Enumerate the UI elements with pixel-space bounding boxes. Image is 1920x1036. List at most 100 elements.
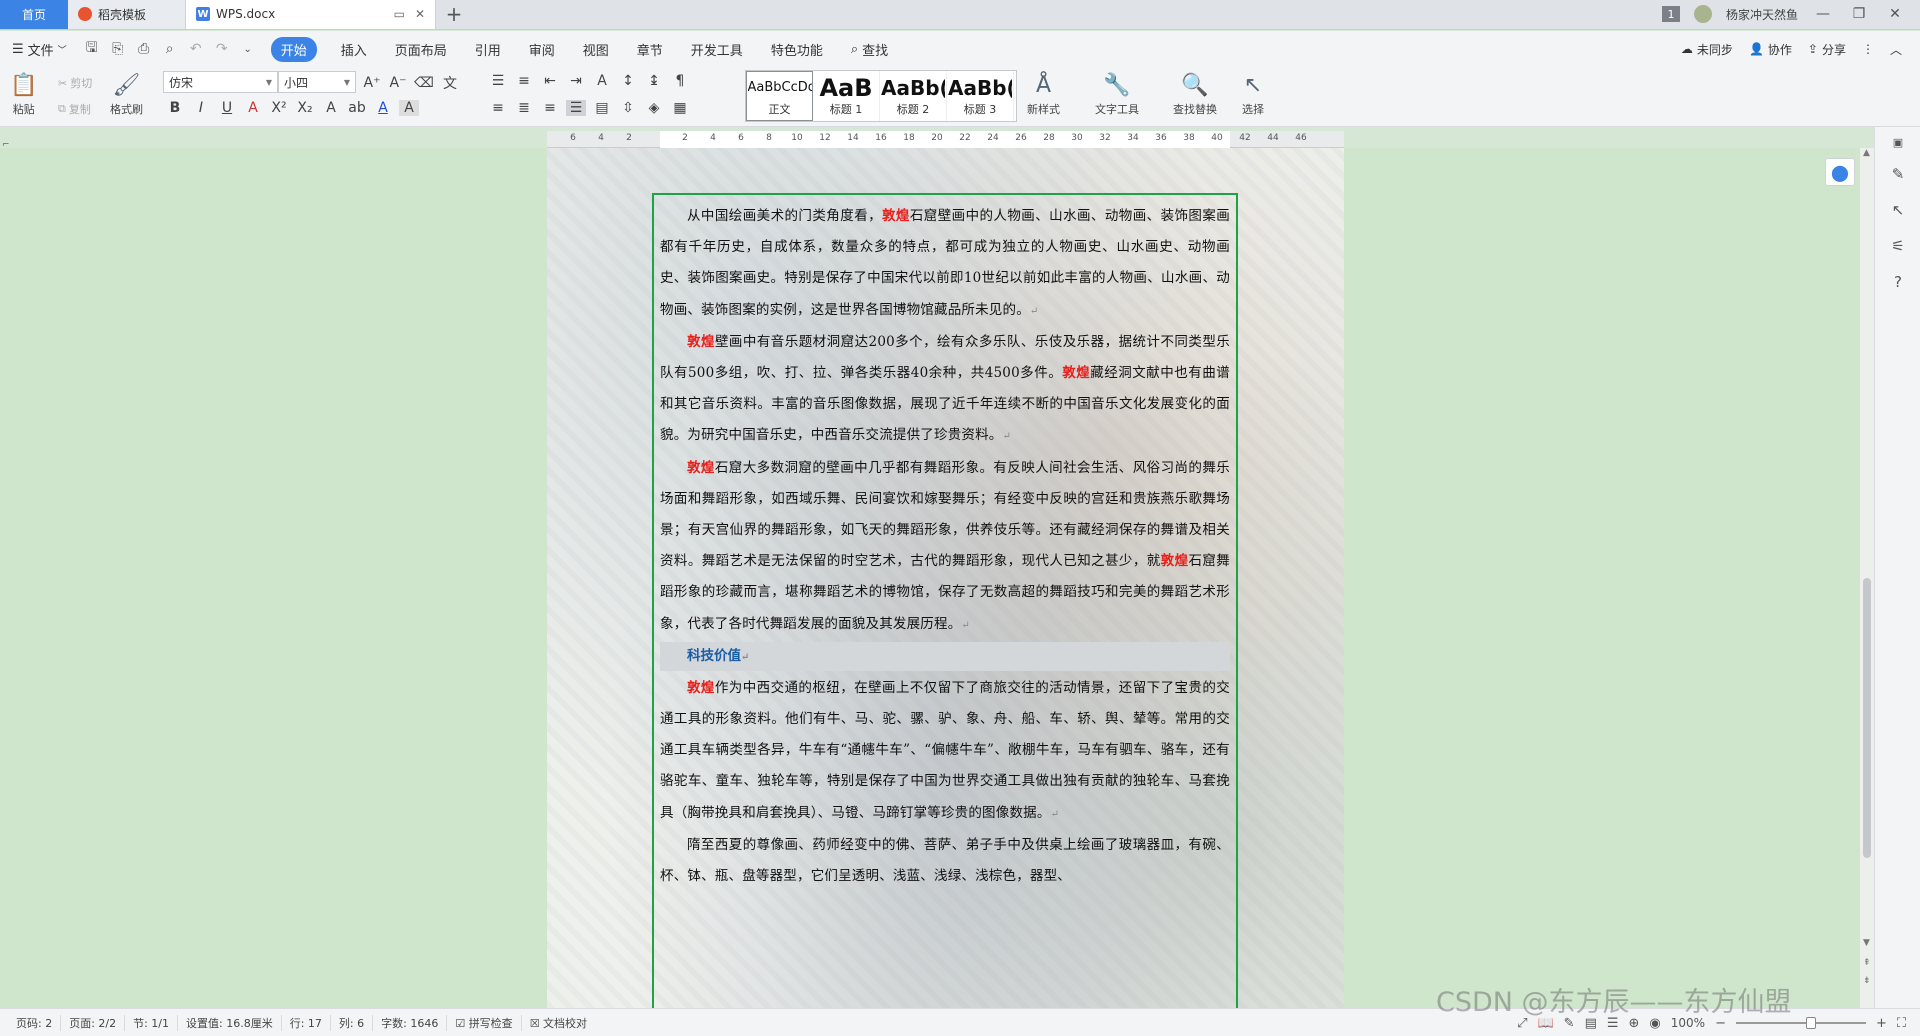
- paragraph-music[interactable]: 敦煌壁画中有音乐题材洞窟达200多个，绘有众多乐队、乐伎及乐器，据统计不同类型乐…: [660, 327, 1230, 453]
- status-col[interactable]: 列: 6: [331, 1014, 374, 1031]
- subscript-icon[interactable]: X₂: [295, 100, 315, 116]
- align-right-icon[interactable]: ≡: [540, 100, 560, 116]
- phonetic-guide-icon[interactable]: 文: [440, 73, 460, 93]
- pen-icon[interactable]: ✎: [1887, 163, 1909, 185]
- new-style-button[interactable]: Å 新样式: [1027, 71, 1060, 117]
- settings-sliders-icon[interactable]: ⚟: [1887, 235, 1909, 257]
- spacing-icon[interactable]: ⇳: [618, 100, 638, 116]
- pointer-icon[interactable]: ↖: [1887, 199, 1909, 221]
- status-row[interactable]: 行: 17: [282, 1014, 331, 1031]
- style-heading-2[interactable]: AaBb( 标题 2: [880, 71, 947, 121]
- file-menu[interactable]: ☰ 文件 ﹀: [12, 40, 77, 59]
- paragraph-painting[interactable]: 从中国绘画美术的门类角度看，敦煌石窟壁画中的人物画、山水画、动物画、装饰图案画都…: [660, 201, 1230, 327]
- find-replace-button[interactable]: 🔍 查找替换: [1173, 71, 1217, 117]
- collapse-ribbon-icon[interactable]: ︿: [1890, 41, 1902, 58]
- bold-icon[interactable]: B: [165, 100, 185, 116]
- tab-chapter[interactable]: 章节: [625, 36, 675, 63]
- print-preview-icon[interactable]: ⌕: [159, 41, 181, 57]
- tab-document[interactable]: W WPS.docx ▭ ✕: [186, 0, 436, 29]
- save-icon[interactable]: 🖫: [81, 37, 103, 61]
- cut-button[interactable]: ✂ 剪切: [58, 75, 92, 91]
- font-color-icon[interactable]: A: [373, 100, 393, 116]
- fit-page-icon[interactable]: ⛶: [1897, 1016, 1906, 1031]
- highlight-icon[interactable]: ab: [347, 100, 367, 116]
- style-normal[interactable]: AaBbCcDd 正文: [746, 71, 813, 121]
- tab-review[interactable]: 审阅: [517, 36, 567, 63]
- distributed-icon[interactable]: ▤: [592, 100, 612, 116]
- float-window-icon[interactable]: ▭: [394, 7, 405, 21]
- close-tab-icon[interactable]: ✕: [415, 7, 425, 21]
- align-center-icon[interactable]: ≣: [514, 100, 534, 116]
- vertical-scrollbar[interactable]: ▲ ▼ ⇞ ⇟: [1860, 148, 1874, 1008]
- bullets-icon[interactable]: ☰: [488, 73, 508, 89]
- paste-button[interactable]: 📋 粘贴: [10, 71, 37, 117]
- paragraph-glass[interactable]: 隋至西夏的尊像画、药师经变中的佛、菩萨、弟子手中及供桌上绘画了玻璃器皿，有碗、杯…: [660, 830, 1230, 892]
- zoom-in-icon[interactable]: +: [1876, 1016, 1887, 1031]
- shading-icon[interactable]: ◈: [644, 100, 664, 116]
- sort-icon[interactable]: ↕: [618, 73, 638, 89]
- scrollbar-thumb[interactable]: [1863, 578, 1871, 858]
- section-heading[interactable]: 科技价值↵: [660, 641, 1230, 671]
- grow-font-icon[interactable]: A⁺: [362, 75, 382, 91]
- chinese-layout-icon[interactable]: A: [592, 73, 612, 89]
- char-shading-icon[interactable]: A: [399, 100, 419, 116]
- collaborate-button[interactable]: 👤 协作: [1749, 41, 1792, 58]
- text-effect-icon[interactable]: A: [321, 100, 341, 116]
- tab-home-ribbon[interactable]: 开始: [270, 36, 317, 62]
- zoom-slider[interactable]: [1735, 1017, 1866, 1029]
- numbering-icon[interactable]: ≡: [514, 73, 534, 89]
- more-icon[interactable]: ⋮: [1862, 42, 1874, 56]
- tab-view[interactable]: 视图: [571, 36, 621, 63]
- tab-page-layout[interactable]: 页面布局: [383, 36, 459, 63]
- italic-icon[interactable]: I: [191, 100, 211, 116]
- status-setting-value[interactable]: 设置值: 16.8厘米: [178, 1014, 282, 1031]
- sidebar-collapse-icon[interactable]: ▣: [1887, 131, 1909, 153]
- underline-icon[interactable]: U: [217, 100, 237, 116]
- borders-icon[interactable]: ▦: [670, 100, 690, 116]
- tab-home[interactable]: 首页: [0, 0, 68, 29]
- text-box-frame[interactable]: 从中国绘画美术的门类角度看，敦煌石窟壁画中的人物画、山水画、动物画、装饰图案画都…: [652, 193, 1238, 1008]
- scroll-up-icon[interactable]: ▲: [1863, 148, 1870, 158]
- align-left-icon[interactable]: ≡: [488, 100, 508, 116]
- next-page-icon[interactable]: ⇟: [1863, 976, 1871, 986]
- tab-daoke-templates[interactable]: 稻壳模板: [68, 0, 186, 29]
- doc-proof-button[interactable]: ☒ 文档校对: [522, 1015, 595, 1031]
- style-heading-1[interactable]: AaB 标题 1: [813, 71, 880, 121]
- print-icon[interactable]: ⎙: [133, 41, 155, 57]
- customize-quick-access-icon[interactable]: ⌄: [237, 44, 259, 55]
- paragraph-transport[interactable]: 敦煌作为中西交通的枢纽，在壁画上不仅留下了商旅交往的活动情景，还留下了宝贵的交通…: [660, 673, 1230, 830]
- paragraph-dance[interactable]: 敦煌石窟大多数洞窟的壁画中几乎都有舞蹈形象。有反映人间社会生活、风俗习尚的舞乐场…: [660, 453, 1230, 641]
- tab-insert[interactable]: 插入: [329, 36, 379, 63]
- document-page[interactable]: 从中国绘画美术的门类角度看，敦煌石窟壁画中的人物画、山水画、动物画、装饰图案画都…: [547, 148, 1344, 1008]
- font-size-select[interactable]: 小四 ▼: [278, 71, 356, 93]
- style-heading-3[interactable]: AaBb( 标题 3: [947, 71, 1014, 121]
- user-name[interactable]: 杨家冲天然鱼: [1726, 6, 1798, 23]
- text-tools-button[interactable]: 🔧 文字工具: [1095, 71, 1139, 117]
- close-window-icon[interactable]: ✕: [1884, 6, 1906, 22]
- sync-status[interactable]: ☁ 未同步: [1681, 41, 1733, 58]
- new-tab-button[interactable]: +: [436, 0, 472, 29]
- search-command[interactable]: ⌕ 查找: [839, 36, 900, 63]
- horizontal-ruler[interactable]: 6 4 2 2 4 6 8 10 12 14 16 18 20 22 24 26…: [547, 131, 1344, 148]
- status-word-count[interactable]: 字数: 1646: [373, 1014, 448, 1031]
- show-marks-icon[interactable]: ¶: [670, 73, 690, 89]
- status-page[interactable]: 页面: 2/2: [61, 1014, 126, 1031]
- location-pin-icon[interactable]: ⬤: [1825, 158, 1855, 186]
- export-icon[interactable]: ⎘: [107, 41, 129, 57]
- share-button[interactable]: ⇪ 分享: [1808, 41, 1846, 58]
- tab-developer[interactable]: 开发工具: [679, 36, 755, 63]
- scroll-down-icon[interactable]: ▼: [1863, 938, 1870, 948]
- justify-icon[interactable]: ☰: [566, 100, 586, 116]
- restore-icon[interactable]: ❐: [1848, 6, 1870, 22]
- status-page-code[interactable]: 页码: 2: [8, 1014, 62, 1031]
- minimize-icon[interactable]: —: [1812, 6, 1834, 22]
- tab-references[interactable]: 引用: [463, 36, 513, 63]
- font-name-select[interactable]: 仿宋 ▼: [163, 71, 278, 93]
- copy-button[interactable]: ⧉ 复制: [58, 101, 91, 117]
- help-icon[interactable]: ?: [1887, 271, 1909, 293]
- prev-page-icon[interactable]: ⇞: [1863, 958, 1871, 968]
- avatar[interactable]: [1693, 5, 1712, 23]
- shrink-font-icon[interactable]: A⁻: [388, 75, 408, 91]
- tab-special-features[interactable]: 特色功能: [759, 36, 835, 63]
- format-painter-button[interactable]: 🖌 格式刷: [110, 71, 143, 117]
